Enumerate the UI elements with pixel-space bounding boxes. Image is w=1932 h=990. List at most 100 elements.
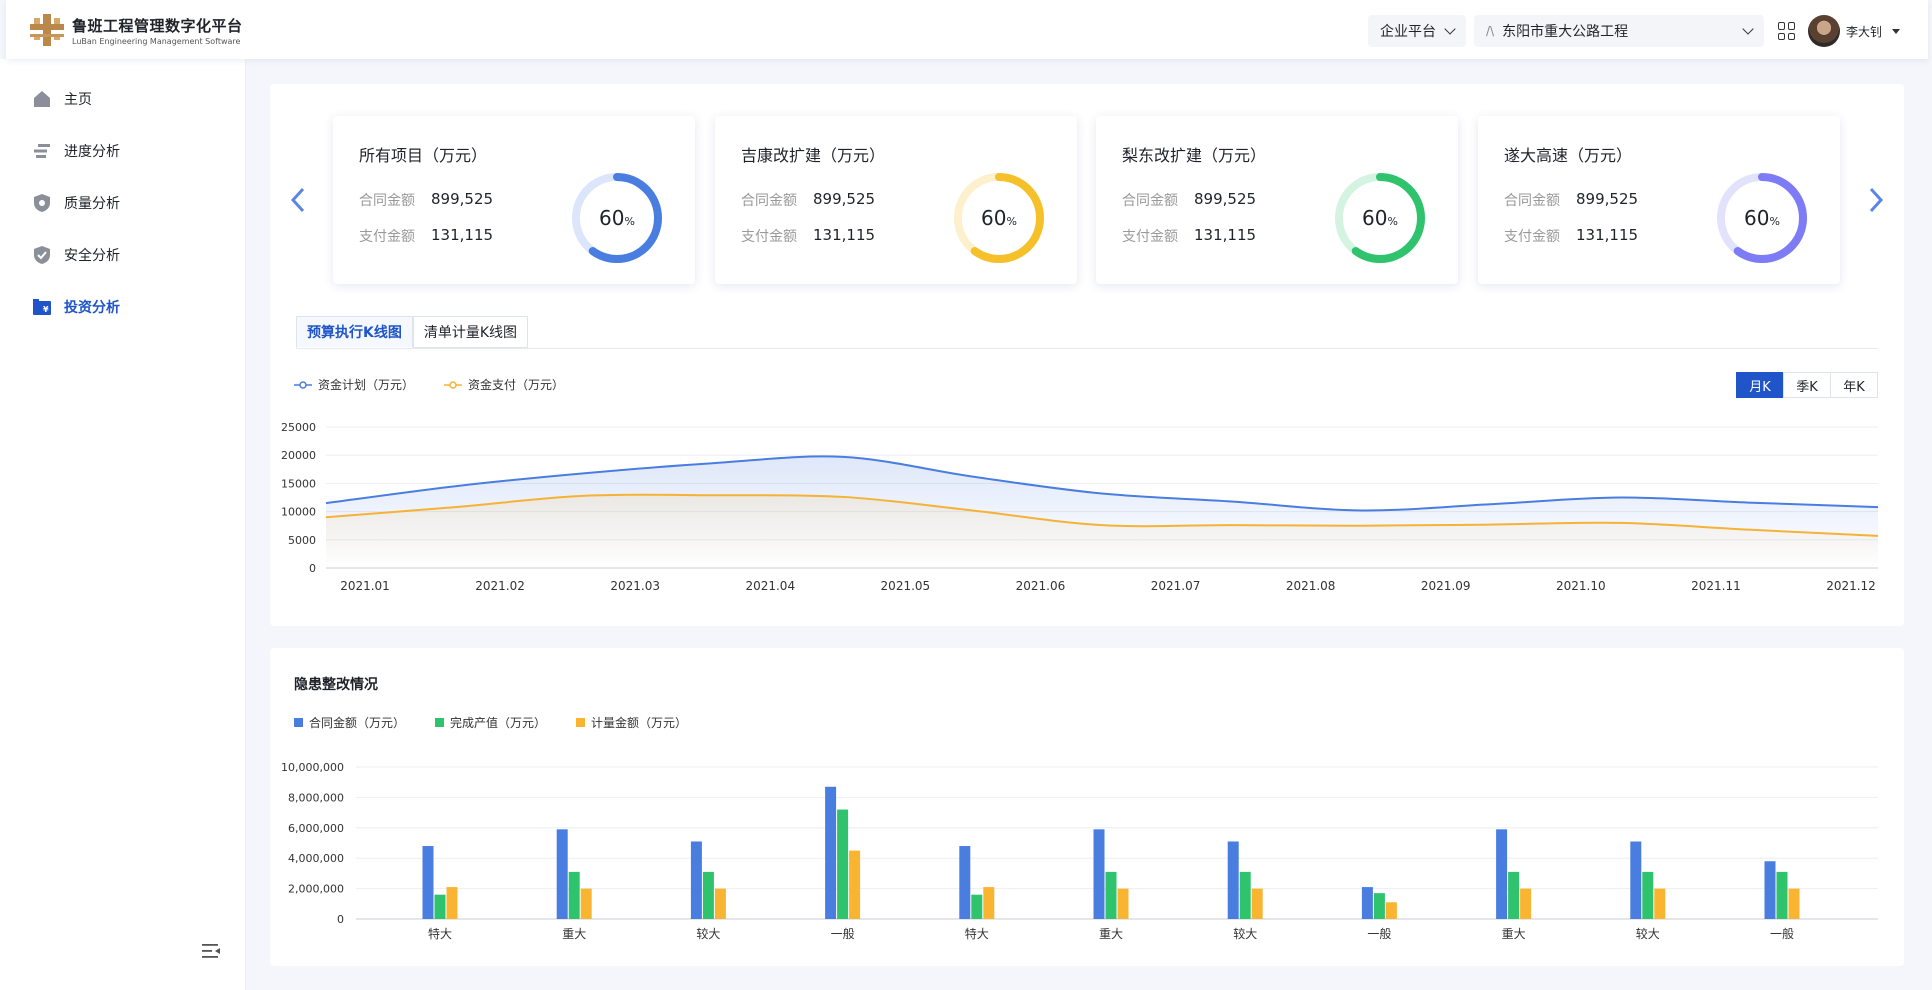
bar-contract[interactable] <box>690 841 702 919</box>
bar-contract[interactable] <box>825 786 837 919</box>
bar-output[interactable] <box>702 871 714 919</box>
sidebar-item-safety[interactable]: 安全分析 <box>0 229 245 281</box>
tab-budget-kline[interactable]: 预算执行K线图 <box>296 316 413 348</box>
caret-down-icon[interactable] <box>1892 28 1900 34</box>
x-category-label: 重大 <box>562 927 586 941</box>
bar-measure[interactable] <box>1385 902 1397 919</box>
bar-contract[interactable] <box>959 846 971 919</box>
bar-output[interactable] <box>1239 871 1251 919</box>
kpi-contract-value: 899,525 <box>431 190 494 208</box>
logo[interactable]: 鲁班工程管理数字化平台 LuBan Engineering Management… <box>30 14 243 46</box>
y-tick-label: 6,000,000 <box>288 822 344 835</box>
x-category-label: 一般 <box>1367 926 1391 941</box>
bar-output[interactable] <box>837 809 849 919</box>
bar-contract[interactable] <box>1227 841 1239 919</box>
kpi-paid-row: 支付金额 131,115 <box>741 226 875 246</box>
x-category-label: 特大 <box>965 926 989 941</box>
x-tick-label: 2021.04 <box>745 579 795 593</box>
sidebar-item-label: 安全分析 <box>64 248 120 264</box>
bar-measure[interactable] <box>714 888 726 919</box>
bar-measure[interactable] <box>1654 888 1666 919</box>
kpi-contract-value: 899,525 <box>1194 190 1257 208</box>
sidebar-item-home[interactable]: 主页 <box>0 73 245 125</box>
prev-arrow-icon[interactable] <box>290 186 306 214</box>
bar-output[interactable] <box>1642 871 1654 919</box>
year-k-button[interactable]: 年K <box>1830 372 1878 398</box>
line-chart-legend: 资金计划（万元） 资金支付（万元） <box>294 376 594 393</box>
kpi-card[interactable]: 梨东改扩建（万元） 合同金额 899,525 支付金额 131,115 60% <box>1096 116 1458 284</box>
bar-measure[interactable] <box>1251 888 1263 919</box>
y-tick-label: 4,000,000 <box>288 852 344 865</box>
bar-output[interactable] <box>568 871 580 919</box>
legend-plan-label: 资金计划（万元） <box>318 378 415 392</box>
quarter-k-button[interactable]: 季K <box>1783 372 1831 398</box>
kline-tabs: 预算执行K线图 清单计量K线图 <box>296 316 529 348</box>
y-tick-label: 15000 <box>281 477 316 490</box>
series-area-pay <box>326 494 1878 568</box>
sidebar-item-quality[interactable]: 质量分析 <box>0 177 245 229</box>
legend-item-pay[interactable]: 资金支付（万元） <box>444 376 564 393</box>
bar-measure[interactable] <box>849 850 861 919</box>
kpi-card[interactable]: 遂大高速（万元） 合同金额 899,525 支付金额 131,115 60% <box>1478 116 1840 284</box>
avatar[interactable] <box>1807 15 1840 47</box>
svg-text:¥: ¥ <box>43 305 49 314</box>
bar-contract[interactable] <box>1764 861 1776 919</box>
donut-percent-value: 60 <box>599 206 625 230</box>
donut-percent: 60% <box>951 170 1047 266</box>
kpi-title: 吉康改扩建（万元） <box>741 146 886 165</box>
bar-output[interactable] <box>434 894 446 919</box>
y-tick-label: 10,000,000 <box>281 761 344 774</box>
kpi-contract-label: 合同金额 <box>1122 193 1178 209</box>
bar-output[interactable] <box>971 894 983 919</box>
sidebar-item-label: 质量分析 <box>64 196 120 212</box>
legend-pay-label: 资金支付（万元） <box>468 378 565 392</box>
x-tick-label: 2021.10 <box>1556 579 1606 593</box>
kpi-card[interactable]: 所有项目（万元） 合同金额 899,525 支付金额 131,115 60% <box>333 116 695 284</box>
user-name[interactable]: 李大钊 <box>1846 23 1882 40</box>
platform-select[interactable]: 企业平台 <box>1367 15 1466 47</box>
bar-contract[interactable] <box>1361 887 1373 919</box>
luban-logo-icon <box>30 14 64 46</box>
bar-measure[interactable] <box>1520 888 1532 919</box>
bar-output[interactable] <box>1508 871 1520 919</box>
sidebar-item-label: 投资分析 <box>64 300 120 316</box>
app-grid-icon[interactable] <box>1777 22 1796 40</box>
donut-percent-unit: % <box>1387 214 1398 228</box>
platform-select-value: 企业平台 <box>1379 24 1436 40</box>
x-category-label: 较大 <box>696 926 720 941</box>
bar-measure[interactable] <box>1117 888 1129 919</box>
project-select[interactable]: /\ 东阳市重大公路工程 <box>1473 15 1764 47</box>
kpi-contract-label: 合同金额 <box>1504 193 1560 209</box>
bar-measure[interactable] <box>983 887 995 919</box>
series-line-plan <box>325 455 1879 512</box>
y-tick-label: 8,000,000 <box>288 791 344 804</box>
legend-item-plan[interactable]: 资金计划（万元） <box>294 376 414 393</box>
bar-contract[interactable] <box>1093 829 1105 919</box>
bar-output[interactable] <box>1105 871 1117 919</box>
next-arrow-icon[interactable] <box>1868 186 1884 214</box>
tab-divider <box>296 348 1878 349</box>
kpi-contract-row: 合同金额 899,525 <box>359 190 493 210</box>
kpi-paid-value: 131,115 <box>813 226 876 244</box>
bar-output[interactable] <box>1776 871 1788 919</box>
bar-measure[interactable] <box>580 888 592 919</box>
bar-output[interactable] <box>1373 893 1385 919</box>
sidebar-item-investment[interactable]: ¥ 投资分析 <box>0 281 245 333</box>
series-line-pay <box>325 493 1879 537</box>
bar-measure[interactable] <box>446 887 458 919</box>
series-area-plan <box>326 456 1878 568</box>
x-category-label: 重大 <box>1099 927 1123 941</box>
tab-list-kline[interactable]: 清单计量K线图 <box>412 316 529 348</box>
bar-contract[interactable] <box>1630 841 1642 919</box>
sidebar-item-progress[interactable]: 进度分析 <box>0 125 245 177</box>
logo-subtitle: LuBan Engineering Management Software <box>72 36 241 46</box>
chevron-down-icon <box>1444 23 1456 35</box>
bar-contract[interactable] <box>422 846 434 919</box>
bar-contract[interactable] <box>1496 829 1508 919</box>
month-k-button[interactable]: 月K <box>1736 372 1784 398</box>
sidebar-item-label: 进度分析 <box>64 144 120 160</box>
bar-contract[interactable] <box>556 829 568 919</box>
kpi-card[interactable]: 吉康改扩建（万元） 合同金额 899,525 支付金额 131,115 60% <box>715 116 1077 284</box>
collapse-menu-icon[interactable] <box>200 940 222 962</box>
bar-measure[interactable] <box>1788 888 1800 919</box>
